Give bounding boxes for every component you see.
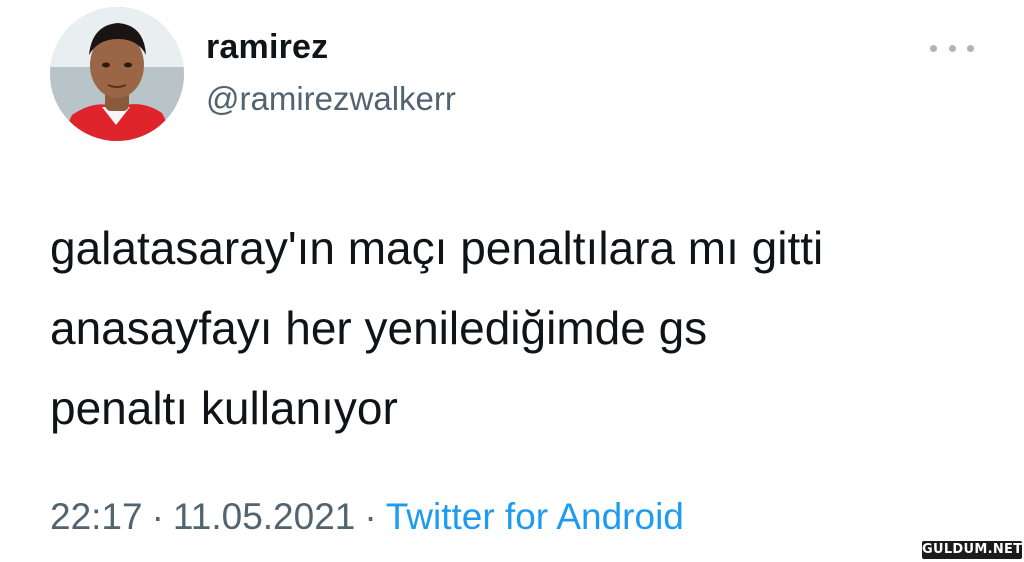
tweet-source-link[interactable]: Twitter for Android <box>386 496 684 537</box>
tweet-meta: 22:17 · 11.05.2021 · Twitter for Android <box>50 496 684 538</box>
display-name[interactable]: ramirez <box>206 28 328 67</box>
meta-separator: · <box>364 496 377 537</box>
tweet-date[interactable]: 11.05.2021 <box>173 496 355 537</box>
avatar[interactable] <box>50 7 184 141</box>
tweet-text-line: penaltı kullanıyor <box>50 382 398 434</box>
meta-separator: · <box>151 496 164 537</box>
watermark-logo: GULDUM.NET <box>922 541 1023 559</box>
tweet-text-line: galatasaray'ın maçı penaltılara mı gitti <box>50 222 824 274</box>
more-dot <box>930 44 937 52</box>
tweet-card: ramirez @ramirezwalkerr galatasaray'ın m… <box>0 0 1024 562</box>
tweet-time[interactable]: 22:17 <box>50 496 143 537</box>
more-dot <box>967 44 974 52</box>
more-horizontal-icon[interactable] <box>930 38 974 58</box>
tweet-text: galatasaray'ın maçı penaltılara mı gitti… <box>50 208 1000 448</box>
tweet-text-line: anasayfayı her yenilediğimde gs <box>50 302 708 354</box>
more-dot <box>948 44 956 52</box>
avatar-photo <box>50 7 184 141</box>
user-handle[interactable]: @ramirezwalkerr <box>206 80 456 118</box>
